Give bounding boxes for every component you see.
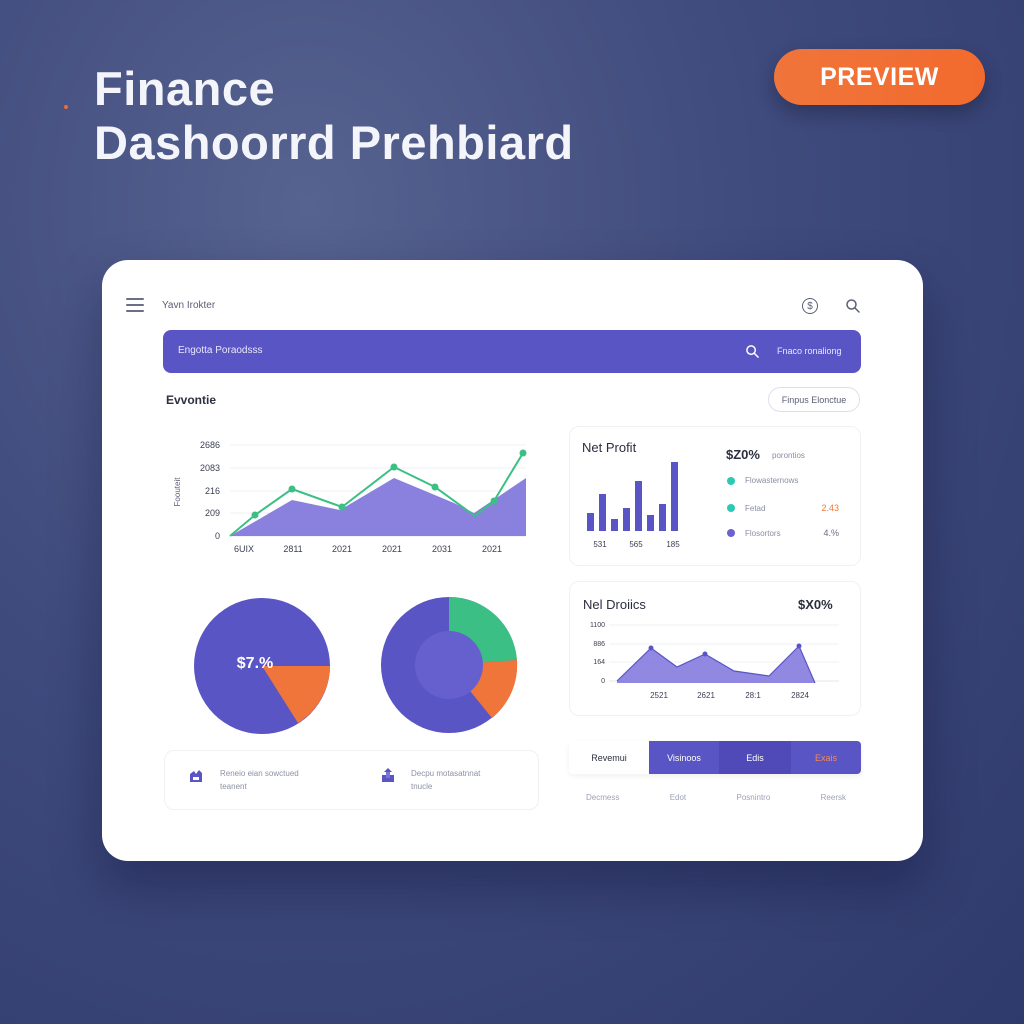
line-chart-ytick: 0 <box>215 531 220 541</box>
line-chart-point <box>338 503 346 511</box>
info-text-1: Reneio eian sowctued teanent <box>220 767 299 793</box>
line-chart-point <box>288 485 296 493</box>
ytick: 164 <box>593 659 605 666</box>
xtick: 28:1 <box>745 691 761 700</box>
info-line: Reneio eian sowctued <box>220 769 299 778</box>
line-chart-ytick: 2083 <box>200 463 220 473</box>
headline-line-1: Finance <box>94 62 276 115</box>
line-chart-area <box>230 478 526 536</box>
bar <box>623 508 630 531</box>
net-profits-chart: 1100 886 164 0 2521 2621 28:1 2824 <box>590 622 839 700</box>
bar <box>671 462 678 531</box>
accent-dot <box>64 105 68 109</box>
xtick: 2621 <box>697 691 715 700</box>
net-profits-title: Nel Droiics <box>583 597 646 612</box>
legend-dot <box>727 504 735 512</box>
net-profit-bar-chart: 531 565 185 <box>587 462 680 549</box>
bar <box>635 481 642 531</box>
line-chart-xtick: 2021 <box>482 544 502 554</box>
line-chart-xtick: 2021 <box>382 544 402 554</box>
tab-revenue[interactable]: Revemui <box>569 741 649 774</box>
info-line: tnucle <box>411 782 433 791</box>
tab-exits[interactable]: Exais <box>791 741 861 774</box>
pie-chart-1: $7.% <box>194 598 330 734</box>
legend-dot <box>727 476 735 485</box>
line-chart-point <box>390 463 398 471</box>
bar <box>599 494 606 531</box>
line-chart-ylabel: Foouteit <box>173 477 182 507</box>
line-chart-point <box>519 449 527 457</box>
line-chart-point <box>490 497 498 505</box>
net-profits-value: $X0% <box>798 597 833 612</box>
xtick: 2824 <box>791 691 809 700</box>
headline-line-2: Dashoorrd Prehbiard <box>94 116 574 169</box>
pie-center-label: $7.% <box>237 655 273 672</box>
ytick: 1100 <box>590 622 605 629</box>
tab-sub-labels: Decmess Edot Posnintro Reersk <box>586 793 846 802</box>
chart-icon <box>190 770 202 782</box>
sub-label: Decmess <box>586 793 620 802</box>
bar-xtick: 565 <box>629 540 643 549</box>
search-action-label[interactable]: Fnaco ronaliong <box>777 346 842 356</box>
upload-icon <box>382 768 394 782</box>
bar <box>647 515 654 531</box>
legend-item: Fetad 2.43 <box>727 503 839 513</box>
legend-dot <box>727 529 735 537</box>
legend-label: Fetad <box>745 503 766 513</box>
search-icon[interactable] <box>845 298 861 314</box>
bar-xtick: 185 <box>666 540 680 549</box>
line-chart-xtick: 2031 <box>432 544 452 554</box>
legend-label: Flowasternows <box>745 476 799 485</box>
line-chart-point <box>251 511 259 519</box>
topbar-title: Yavn Irokter <box>162 300 216 311</box>
line-chart-xtick: 2811 <box>283 544 302 554</box>
sub-label: Edot <box>669 793 687 802</box>
net-profit-title: Net Profit <box>582 440 637 455</box>
line-chart-ytick: 2686 <box>200 440 220 450</box>
xtick: 2521 <box>650 691 668 700</box>
info-line: teanent <box>220 782 247 791</box>
area-point <box>796 643 802 649</box>
section-title: Evvontie <box>166 393 217 407</box>
donut-hole <box>415 631 483 699</box>
info-line: Decpu motasatnnat <box>411 769 481 778</box>
net-profit-value-sub: porontios <box>772 451 805 460</box>
legend-value: 2.43 <box>821 503 839 513</box>
currency-icon[interactable]: $ <box>802 298 818 314</box>
info-text-2: Decpu motasatnnat tnucle <box>411 767 480 793</box>
search-icon[interactable] <box>745 344 760 359</box>
page-headline: Finance Dashoorrd Prehbiard <box>94 62 574 170</box>
line-chart-ytick: 209 <box>205 508 220 518</box>
legend-item: Flowasternows <box>727 476 798 485</box>
legend-item: Flosortors 4.% <box>727 528 839 538</box>
line-chart-ytick: 216 <box>205 486 220 496</box>
tab-bar: Revemui Visinoos Edis Exais <box>569 741 861 774</box>
line-chart-point <box>431 483 439 491</box>
dashboard-card: Yavn Irokter $ Engotta Poraodsss Fnaco r… <box>102 260 923 861</box>
bar-xtick: 531 <box>593 540 607 549</box>
bar <box>587 513 594 531</box>
search-bar[interactable]: Engotta Poraodsss Fnaco ronaliong <box>163 330 861 373</box>
filter-pill-button[interactable]: Finpus Elonctue <box>768 387 860 412</box>
tab-edits[interactable]: Edis <box>719 741 791 774</box>
net-profit-value: $Z0% <box>726 447 760 462</box>
pie-chart-2 <box>381 596 518 733</box>
search-input[interactable]: Engotta Poraodsss <box>178 345 263 356</box>
bar <box>611 519 618 531</box>
line-chart-xtick: 6UIX <box>234 544 254 554</box>
tab-visitors[interactable]: Visinoos <box>649 741 719 774</box>
line-chart-xtick: 2021 <box>332 544 352 554</box>
sub-label: Posnintro <box>736 793 771 802</box>
sub-label: Reersk <box>820 793 846 802</box>
ytick: 886 <box>593 641 605 648</box>
preview-button[interactable]: PREVIEW <box>774 49 985 105</box>
area-point <box>648 645 654 651</box>
legend-value: 4.% <box>823 528 839 538</box>
area-point <box>702 651 708 657</box>
bar <box>659 504 666 531</box>
line-chart: Foouteit 2686 2083 216 209 0 6UIX 2811 2… <box>173 440 527 554</box>
hamburger-menu-icon[interactable] <box>126 298 144 312</box>
ytick: 0 <box>601 678 605 685</box>
legend-label: Flosortors <box>745 528 781 538</box>
